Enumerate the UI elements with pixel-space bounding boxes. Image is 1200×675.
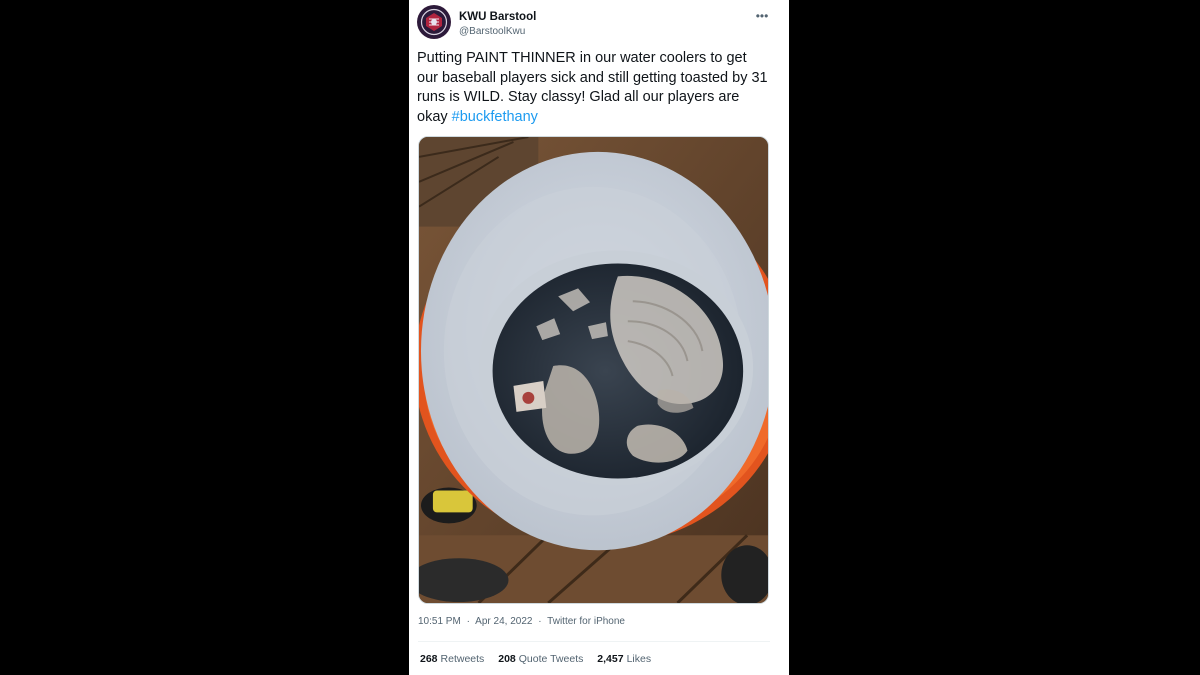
stats-divider [418, 641, 770, 642]
quote-tweets-count: 208 [498, 653, 516, 665]
more-horizontal-icon: ••• [755, 9, 769, 23]
avatar[interactable] [417, 5, 451, 39]
user-handle[interactable]: @BarstoolKwu [459, 26, 525, 37]
photo-water-cooler [419, 137, 768, 603]
hashtag-link[interactable]: #buckfethany [452, 109, 538, 125]
quote-tweets-label: Quote Tweets [518, 653, 584, 665]
tweet-photo[interactable] [418, 136, 769, 604]
likes-label: Likes [626, 653, 652, 665]
likes-stat[interactable]: 2,457 Likes [597, 653, 651, 665]
retweets-label: Retweets [440, 653, 485, 665]
more-options-button[interactable]: ••• [753, 9, 771, 24]
meta-separator: · [538, 616, 542, 627]
retweets-stat[interactable]: 268 Retweets [420, 653, 487, 665]
tweet-meta: 10:51 PM · Apr 24, 2022 · Twitter for iP… [418, 616, 625, 627]
tweet-stats: 268 Retweets 208 Quote Tweets 2,457 Likes [420, 653, 662, 665]
avatar-logo-icon [418, 6, 450, 38]
tweet-date[interactable]: Apr 24, 2022 [475, 616, 532, 627]
tweet-text: Putting PAINT THINNER in our water coole… [417, 49, 769, 127]
tweet-time[interactable]: 10:51 PM [418, 616, 461, 627]
meta-separator: · [466, 616, 470, 627]
screenshot-frame: KWU Barstool @BarstoolKwu ••• Putting PA… [0, 0, 1200, 675]
quote-tweets-stat[interactable]: 208 Quote Tweets [498, 653, 586, 665]
display-name[interactable]: KWU Barstool [459, 11, 536, 23]
tweet-source[interactable]: Twitter for iPhone [547, 616, 625, 627]
tweet-card: KWU Barstool @BarstoolKwu ••• Putting PA… [409, 0, 789, 675]
retweets-count: 268 [420, 653, 438, 665]
likes-count: 2,457 [597, 653, 624, 665]
tweet-header: KWU Barstool @BarstoolKwu ••• [417, 4, 781, 42]
